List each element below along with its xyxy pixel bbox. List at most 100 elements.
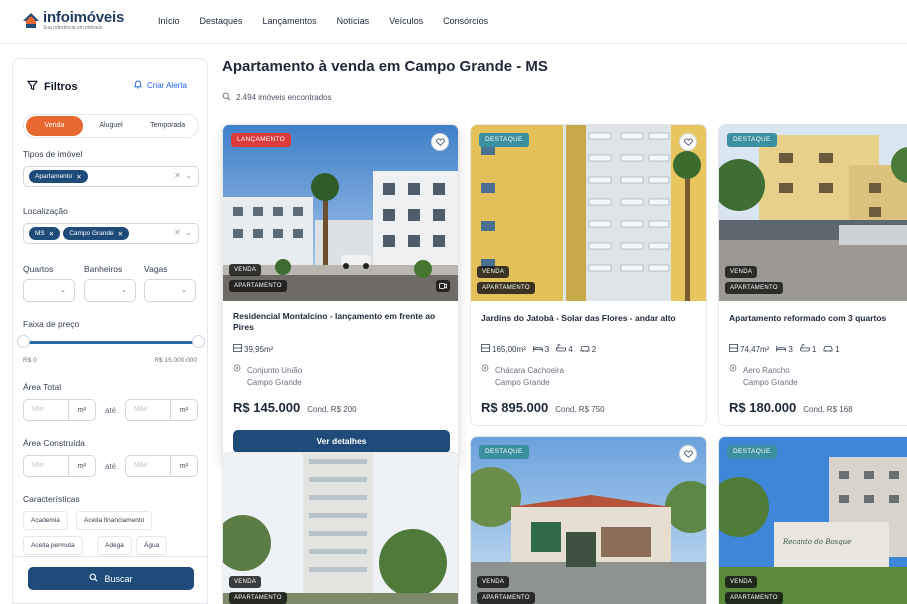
chevron-down-icon: ⌄ [60, 287, 66, 294]
property-photo[interactable]: DESTAQUE VENDA APARTAMENTO [471, 437, 706, 604]
features-label: Características [23, 494, 80, 504]
neighborhood: Aero Rancho [743, 365, 790, 375]
nav-lancamentos[interactable]: Lançamentos [263, 16, 317, 26]
map-pin-icon [233, 364, 241, 377]
segment-aluguel[interactable]: Aluguel [83, 116, 140, 136]
area-icon [481, 344, 492, 354]
feature-tag-academia[interactable]: Academia [23, 511, 68, 530]
total-area-max-input[interactable]: Máx [125, 399, 171, 421]
bathrooms-value: 1 [811, 344, 817, 354]
property-title[interactable]: Jardins do Jatobá - Solar das Flores - a… [481, 313, 696, 324]
bedrooms-value: 3 [788, 344, 793, 354]
property-photo[interactable]: LANÇAMENTO VENDA APARTAMENTO [223, 125, 458, 301]
property-card[interactable]: LANÇAMENTO VENDA APARTAMENTO Residencial… [222, 124, 459, 464]
property-title[interactable]: Residencial Montalcino - lançamento em f… [233, 311, 448, 333]
built-area-min-input[interactable]: Mín [23, 455, 69, 477]
city: Campo Grande [495, 378, 550, 387]
feature-bedrooms: 3 [532, 344, 550, 354]
nav-inicio[interactable]: Início [158, 16, 180, 26]
baths-select[interactable]: ⌄ [84, 279, 136, 302]
search-button[interactable]: Buscar [28, 567, 194, 590]
property-card[interactable]: DESTAQUE Recanto do Bosque VENDA APARTAM… [718, 436, 907, 604]
price: R$ 180.000 [729, 400, 797, 415]
site-logo[interactable]: infoimóveis Sua referência em imóveis [22, 10, 124, 32]
nav-consorcios[interactable]: Consórcios [443, 16, 488, 26]
rooms-select[interactable]: ⌄ [23, 279, 75, 302]
search-icon [89, 573, 98, 584]
nav-veiculos[interactable]: Veículos [389, 16, 423, 26]
property-card[interactable]: DESTAQUE VENDA APARTAMENTO Apartamento r… [718, 124, 907, 426]
feature-tag-financiamento[interactable]: Aceita financiamento [76, 511, 153, 530]
price-block: R$ 180.000 Cond. R$ 168 [729, 400, 853, 415]
house-logo-icon [22, 12, 40, 30]
bathtub-icon [556, 344, 568, 354]
location-select[interactable]: MS ✕ Campo Grande ✕ ✕ ⌄ [23, 223, 199, 244]
business-pill: VENDA [725, 266, 758, 278]
chip-ms: MS ✕ [29, 227, 61, 240]
nav-noticias[interactable]: Notícias [337, 16, 370, 26]
page-title: Apartamento à venda em Campo Grande - MS [222, 58, 548, 75]
video-icon[interactable] [436, 280, 450, 292]
favorite-heart-icon[interactable] [431, 133, 449, 151]
bedrooms-value: 3 [544, 344, 550, 354]
unit-label: m² [171, 399, 198, 421]
feature-bedrooms: 3 [776, 344, 793, 354]
type-pill: APARTAMENTO [477, 282, 535, 294]
property-location: Chácara Cachoeira Campo Grande [481, 364, 564, 389]
segment-temporada[interactable]: Temporada [139, 116, 196, 136]
price-slider-track[interactable] [23, 341, 199, 344]
built-area-max-input[interactable]: Máx [125, 455, 171, 477]
price: R$ 145.000 [233, 400, 301, 415]
property-card[interactable]: DESTAQUE VENDA APARTAMENTO [470, 436, 707, 604]
favorite-heart-icon[interactable] [679, 133, 697, 151]
total-area-min-input[interactable]: Mín [23, 399, 69, 421]
condo-fee: Cond. R$ 168 [803, 405, 853, 414]
baths-label: Banheiros [84, 264, 123, 274]
feature-tag-adega[interactable]: Adega [97, 536, 132, 555]
main-nav: Início Destaques Lançamentos Notícias Ve… [158, 16, 508, 26]
property-title[interactable]: Apartamento reformado com 3 quartos [729, 313, 907, 324]
property-photo[interactable]: VENDA APARTAMENTO [223, 453, 458, 604]
feature-area: 165,00m² [481, 344, 526, 354]
launch-badge: LANÇAMENTO [231, 133, 292, 147]
property-card[interactable]: DESTAQUE VENDA APARTAMENTO Jardins do Ja… [470, 124, 707, 426]
chip-remove-icon[interactable]: ✕ [118, 230, 123, 238]
feature-tag-permuta[interactable]: Aceita permuta [23, 536, 83, 555]
chip-remove-icon[interactable]: ✕ [49, 230, 54, 238]
view-details-button[interactable]: Ver detalhes [233, 430, 450, 453]
property-photo[interactable]: DESTAQUE VENDA APARTAMENTO [719, 125, 907, 301]
price-slider-min-handle[interactable] [17, 335, 30, 348]
type-pill: APARTAMENTO [229, 592, 287, 604]
neighborhood: Conjunto União [247, 365, 303, 375]
property-types-label: Tipos de imóvel [23, 149, 83, 159]
nav-destaques[interactable]: Destaques [200, 16, 243, 26]
parking-select[interactable]: ⌄ [144, 279, 196, 302]
segment-venda[interactable]: Venda [26, 116, 83, 136]
area-value: 39,95m² [244, 344, 274, 354]
property-photo[interactable]: DESTAQUE Recanto do Bosque VENDA APARTAM… [719, 437, 907, 604]
chip-label: MS [35, 230, 45, 237]
business-pill: VENDA [229, 264, 262, 276]
parking-value: 2 [591, 344, 597, 354]
area-value: 165,00m² [492, 344, 526, 354]
property-photo[interactable]: DESTAQUE VENDA APARTAMENTO [471, 125, 706, 301]
feature-tag-agua[interactable]: Água [136, 536, 168, 555]
unit-label: m² [171, 455, 198, 477]
favorite-heart-icon[interactable] [679, 445, 697, 463]
price-slider-max-handle[interactable] [192, 335, 205, 348]
total-area-label: Área Total [23, 382, 62, 392]
results-count: 2.494 imóveis encontrados [222, 92, 332, 103]
chip-label: Apartamento [35, 173, 73, 180]
rooms-label: Quartos [23, 264, 54, 274]
map-pin-icon [481, 364, 489, 377]
price-range-label: Faixa de preço [23, 319, 80, 329]
filters-header: Filtros [27, 78, 78, 96]
chip-campo-grande: Campo Grande ✕ [63, 227, 130, 240]
select-clear-and-chevron-icons[interactable]: ✕ ⌄ [174, 171, 192, 180]
property-card[interactable]: VENDA APARTAMENTO [222, 452, 459, 604]
property-types-select[interactable]: Apartamento ✕ ✕ ⌄ [23, 166, 199, 187]
select-clear-and-chevron-icons[interactable]: ✕ ⌄ [174, 228, 192, 237]
create-alert-link[interactable]: Criar Alerta [133, 80, 187, 91]
built-area-label: Área Construída [23, 438, 85, 448]
chip-remove-icon[interactable]: ✕ [76, 173, 81, 181]
